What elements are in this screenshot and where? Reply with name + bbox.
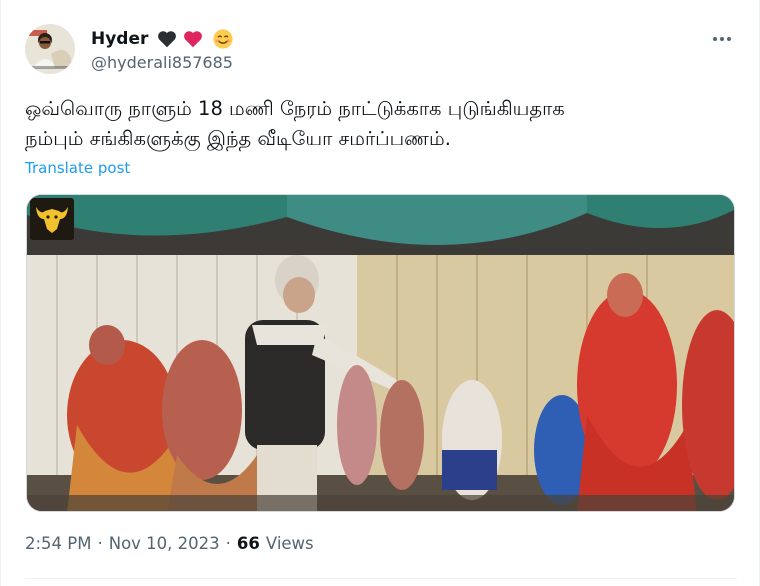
views-label: Views <box>265 534 314 553</box>
video-media[interactable] <box>26 194 735 512</box>
translate-post-link[interactable]: Translate post <box>25 159 130 177</box>
display-name[interactable]: Hyder <box>91 29 148 49</box>
black-heart-icon <box>158 31 177 48</box>
tweet-text: ஒவ்வொரு நாளும் 18 மணி நேரம் நாட்டுக்காக … <box>25 94 725 154</box>
bull-logo-icon <box>30 198 74 240</box>
author-name-row[interactable]: Hyder <box>91 26 234 52</box>
avatar[interactable] <box>25 24 75 74</box>
divider <box>25 578 737 579</box>
more-horizontal-icon <box>720 37 724 41</box>
tweet-text-line: நம்பும் சங்கிகளுக்கு இந்த வீடியோ சமர்ப்ப… <box>25 127 451 150</box>
tweet-card: Hyder @hyderali857685 ஒவ்வொரு நாளும் 18 … <box>0 0 760 586</box>
more-horizontal-icon <box>727 37 731 41</box>
video-frame <box>27 195 734 511</box>
views-count: 66 <box>236 534 260 553</box>
meta-separator: · <box>225 534 231 553</box>
user-handle[interactable]: @hyderali857685 <box>91 53 233 72</box>
red-heart-icon <box>184 31 203 48</box>
tweet-meta: 2:54 PM · Nov 10, 2023 · 66 Views <box>25 534 314 553</box>
more-horizontal-icon <box>713 37 717 41</box>
smiling-face-icon <box>213 29 234 49</box>
tweet-text-line: ஒவ்வொரு நாளும் 18 மணி நேரம் நாட்டுக்காக … <box>25 97 565 120</box>
avatar-image <box>25 24 75 74</box>
meta-separator: · <box>97 534 103 553</box>
tweet-time[interactable]: 2:54 PM <box>25 534 91 553</box>
tweet-date[interactable]: Nov 10, 2023 <box>109 534 220 553</box>
more-options-button[interactable] <box>709 26 735 52</box>
